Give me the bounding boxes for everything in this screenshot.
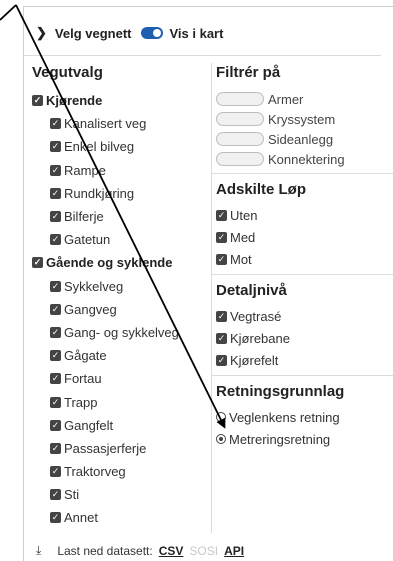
option-passasjerferje[interactable]: ✓ Passasjerferje: [32, 437, 208, 460]
radio-button-icon[interactable]: [216, 412, 226, 422]
option-gagate[interactable]: ✓ Gågate: [32, 344, 208, 367]
checkbox-icon[interactable]: ✓: [50, 141, 61, 153]
csv-link[interactable]: CSV: [159, 544, 184, 558]
option-gang-og-sykkelveg[interactable]: ✓ Gang- og sykkelveg: [32, 321, 208, 344]
checkbox-icon[interactable]: ✓: [50, 211, 61, 223]
option-mot[interactable]: ✓ Mot: [216, 248, 393, 270]
panel-header: ❯ Velg vegnett Vis i kart: [36, 23, 223, 43]
option-gangveg[interactable]: ✓ Gangveg: [32, 298, 208, 321]
header-divider: [24, 55, 381, 56]
option-fortau[interactable]: ✓ Fortau: [32, 367, 208, 390]
divider: [212, 375, 393, 376]
group-kjorende[interactable]: ✓ Kjørende: [32, 89, 208, 112]
show-in-map-label: Vis i kart: [169, 25, 224, 41]
panel-title[interactable]: Velg vegnett: [55, 26, 132, 41]
option-rampe[interactable]: ✓ Rampe: [32, 159, 208, 182]
option-kanalisert-veg[interactable]: ✓ Kanalisert veg: [32, 112, 208, 135]
checkbox-icon[interactable]: ✓: [50, 466, 61, 478]
option-kjorebane[interactable]: ✓ Kjørebane: [216, 327, 393, 349]
checkbox-icon[interactable]: ✓: [216, 354, 227, 366]
checkbox-icon[interactable]: ✓: [216, 310, 227, 322]
radio-veglenkens-retning[interactable]: Veglenkens retning: [216, 406, 393, 428]
checkbox-icon[interactable]: ✓: [50, 234, 61, 246]
option-rundkjoring[interactable]: ✓ Rundkjøring: [32, 182, 208, 205]
option-kjorefelt[interactable]: ✓ Kjørefelt: [216, 349, 393, 371]
road-network-panel: ❯ Velg vegnett Vis i kart Vegutvalg ✓ Kj…: [23, 6, 393, 561]
filter-konnektering[interactable]: Konnektering: [216, 149, 393, 169]
divider: [212, 274, 393, 275]
option-gangfelt[interactable]: ✓ Gangfelt: [32, 414, 208, 437]
sosi-link-disabled: SOSI: [189, 543, 219, 558]
checkbox-icon[interactable]: ✓: [50, 326, 61, 338]
download-label: Last ned datasett:: [57, 543, 153, 558]
option-enkel-bilveg[interactable]: ✓ Enkel bilveg: [32, 135, 208, 158]
option-sykkelveg[interactable]: ✓ Sykkelveg: [32, 275, 208, 298]
checkbox-icon[interactable]: ✓: [32, 95, 43, 107]
option-annet[interactable]: ✓ Annet: [32, 506, 208, 529]
option-trapp[interactable]: ✓ Trapp: [32, 390, 208, 413]
checkbox-icon[interactable]: ✓: [50, 118, 61, 130]
divider: [212, 173, 393, 174]
detaljniva-heading: Detaljnivå: [216, 282, 287, 299]
checkbox-icon[interactable]: ✓: [50, 350, 61, 362]
checkbox-icon[interactable]: ✓: [50, 164, 61, 176]
road-selection-column: Vegutvalg ✓ Kjørende ✓ Kanalisert veg ✓ En…: [32, 63, 208, 530]
group-gaende-og-syklende[interactable]: ✓ Gående og syklende: [32, 251, 208, 274]
road-selection-heading: Vegutvalg: [32, 64, 103, 81]
option-traktorveg[interactable]: ✓ Traktorveg: [32, 460, 208, 483]
checkbox-icon[interactable]: ✓: [50, 512, 61, 524]
arrow-tail: [0, 4, 17, 21]
checkbox-icon[interactable]: ✓: [216, 231, 227, 243]
checkbox-icon[interactable]: ✓: [50, 187, 61, 199]
checkbox-icon[interactable]: ✓: [50, 419, 61, 431]
option-med[interactable]: ✓ Med: [216, 226, 393, 248]
checkbox-icon[interactable]: ✓: [50, 396, 61, 408]
api-link[interactable]: API: [224, 544, 244, 558]
option-bilferje[interactable]: ✓ Bilferje: [32, 205, 208, 228]
filter-sideanlegg[interactable]: Sideanlegg: [216, 129, 393, 149]
toggle-switch[interactable]: [216, 132, 264, 146]
toggle-switch[interactable]: [216, 152, 264, 166]
filter-heading: Filtrér på: [216, 64, 281, 81]
option-vegtrase[interactable]: ✓ Vegtrasé: [216, 305, 393, 327]
checkbox-icon[interactable]: ✓: [50, 373, 61, 385]
filter-kryssystem[interactable]: Kryssystem: [216, 109, 393, 129]
radio-metreringsretning[interactable]: Metreringsretning: [216, 428, 393, 450]
download-icon: ⤓: [36, 543, 42, 557]
option-uten[interactable]: ✓ Uten: [216, 204, 393, 226]
checkbox-icon[interactable]: ✓: [50, 280, 61, 292]
filter-armer[interactable]: Armer: [216, 89, 393, 109]
radio-button-selected-icon[interactable]: [216, 434, 226, 444]
filter-column: Filtrér på Armer Kryssystem Sideanlegg K…: [211, 63, 393, 533]
checkbox-icon[interactable]: ✓: [216, 209, 227, 221]
option-gatetun[interactable]: ✓ Gatetun: [32, 228, 208, 251]
toggle-switch[interactable]: [216, 112, 264, 126]
adskilte-lop-heading: Adskilte Løp: [216, 181, 307, 198]
option-sti[interactable]: ✓ Sti: [32, 483, 208, 506]
checkbox-icon[interactable]: ✓: [50, 489, 61, 501]
show-in-map-toggle[interactable]: [141, 27, 164, 39]
checkbox-icon[interactable]: ✓: [216, 332, 227, 344]
toggle-switch[interactable]: [216, 92, 264, 106]
checkbox-icon[interactable]: ✓: [50, 442, 61, 454]
chevron-down-icon[interactable]: ❯: [36, 25, 47, 41]
checkbox-icon[interactable]: ✓: [50, 303, 61, 315]
retningsgrunnlag-heading: Retningsgrunnlag: [216, 383, 345, 400]
checkbox-icon[interactable]: ✓: [32, 257, 43, 269]
download-bar: ⤓ Last ned datasett: CSV SOSI API: [36, 543, 244, 558]
checkbox-icon[interactable]: ✓: [216, 253, 227, 265]
